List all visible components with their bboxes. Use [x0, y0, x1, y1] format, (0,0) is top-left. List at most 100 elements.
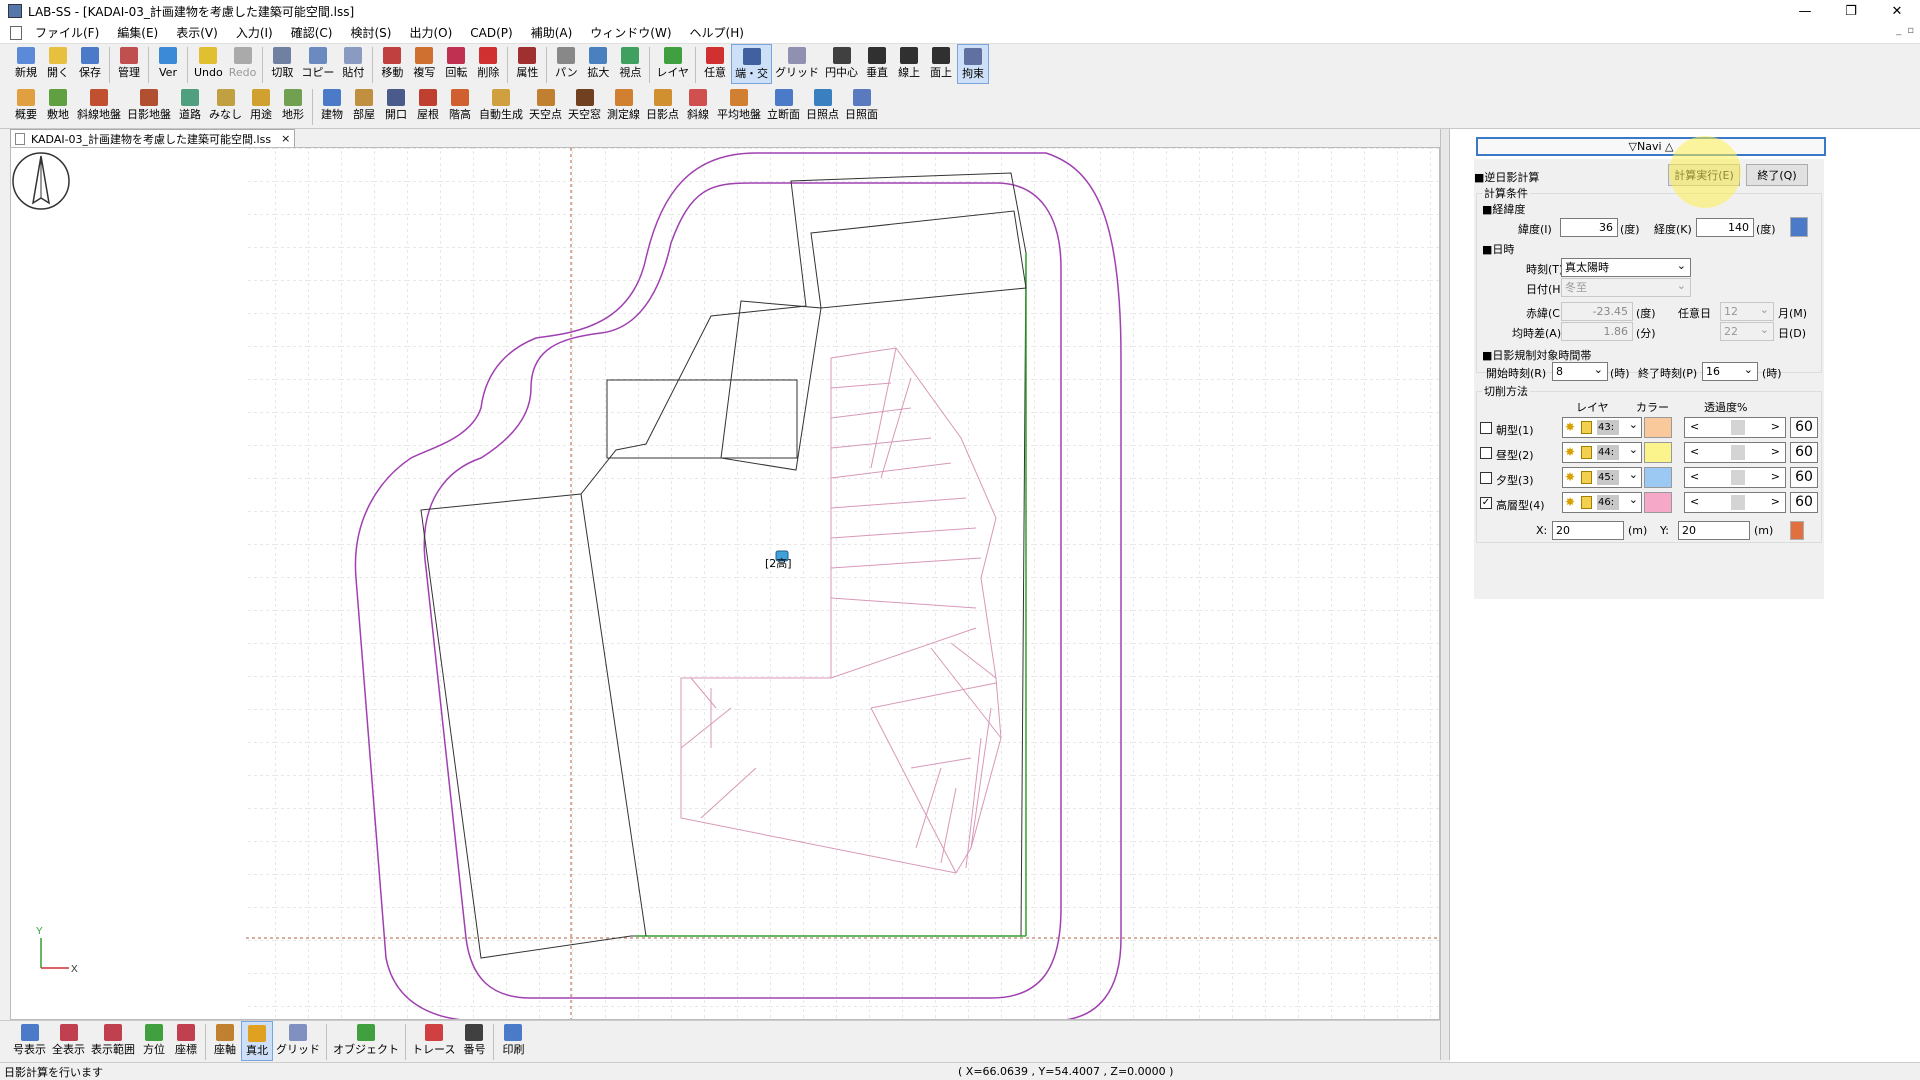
main-tool-button-6[interactable]: Ver	[152, 44, 184, 84]
menu-cad[interactable]: CAD(P)	[461, 23, 521, 43]
input-tool-button-7[interactable]: 地形	[277, 86, 309, 126]
pick-point-button[interactable]	[1790, 521, 1804, 540]
main-tool-button-31[interactable]: 円中心	[822, 44, 861, 84]
end-time-select[interactable]: 16	[1702, 361, 1758, 381]
input-tool-button-17[interactable]: 測定線	[604, 86, 643, 126]
main-tool-button-30[interactable]: グリッド	[772, 44, 822, 84]
input-tool-button-0[interactable]: 概要	[10, 86, 42, 126]
menu-file[interactable]: ファイル(F)	[26, 23, 108, 43]
close-tab-icon[interactable]: ×	[281, 132, 290, 145]
time-system-select[interactable]: 真太陽時	[1561, 257, 1691, 277]
view-tool-button-13[interactable]: 番号	[458, 1021, 490, 1061]
main-tool-button-15[interactable]: 移動	[376, 44, 408, 84]
noon-layer-combo[interactable]: ✸ 44: ⌄	[1562, 442, 1642, 463]
main-tool-button-28[interactable]: 任意	[699, 44, 731, 84]
view-tool-button-4[interactable]: 座標	[170, 1021, 202, 1061]
input-tool-button-20[interactable]: 平均地盤	[714, 86, 764, 126]
evening-layer-combo[interactable]: ✸ 45: ⌄	[1562, 467, 1642, 488]
main-tool-button-11[interactable]: 切取	[266, 44, 298, 84]
highrise-transparency-value[interactable]: 60	[1790, 492, 1818, 513]
input-tool-button-22[interactable]: 日照点	[803, 86, 842, 126]
input-tool-button-10[interactable]: 部屋	[348, 86, 380, 126]
input-tool-button-19[interactable]: 斜線	[682, 86, 714, 126]
main-tool-button-9[interactable]: Redo	[226, 44, 260, 84]
view-tool-button-12[interactable]: トレース	[409, 1021, 458, 1061]
input-tool-button-12[interactable]: 屋根	[412, 86, 444, 126]
input-tool-button-3[interactable]: 日影地盤	[124, 86, 174, 126]
evening-transparency-slider[interactable]: < >	[1684, 467, 1786, 488]
input-tool-button-4[interactable]: 道路	[174, 86, 206, 126]
main-tool-button-16[interactable]: 複写	[408, 44, 440, 84]
highrise-checkbox[interactable]: ✓	[1480, 497, 1492, 509]
main-tool-button-2[interactable]: 保存	[74, 44, 106, 84]
view-tool-button-0[interactable]: 号表示	[10, 1021, 49, 1061]
main-tool-button-24[interactable]: 視点	[614, 44, 646, 84]
main-tool-button-1[interactable]: 開く	[42, 44, 74, 84]
mdi-restore-button[interactable]: ▫	[1907, 25, 1914, 36]
input-tool-button-23[interactable]: 日照面	[842, 86, 881, 126]
evening-checkbox[interactable]	[1480, 472, 1492, 484]
main-tool-button-33[interactable]: 線上	[893, 44, 925, 84]
navi-header[interactable]: ▽Navi △	[1476, 137, 1826, 156]
morning-transparency-slider[interactable]: < >	[1684, 417, 1786, 438]
view-tool-button-15[interactable]: 印刷	[497, 1021, 529, 1061]
main-tool-button-34[interactable]: 面上	[925, 44, 957, 84]
view-tool-button-8[interactable]: グリッド	[273, 1021, 323, 1061]
morning-layer-combo[interactable]: ✸ 43: ⌄	[1562, 417, 1642, 438]
input-tool-button-16[interactable]: 天空窓	[565, 86, 604, 126]
input-tool-button-21[interactable]: 立断面	[764, 86, 803, 126]
morning-color-swatch[interactable]	[1644, 417, 1672, 438]
noon-transparency-slider[interactable]: < >	[1684, 442, 1786, 463]
input-tool-button-9[interactable]: 建物	[316, 86, 348, 126]
menu-input[interactable]: 入力(I)	[227, 23, 282, 43]
exit-button[interactable]: 終了(Q)	[1746, 164, 1808, 186]
view-tool-button-1[interactable]: 全表示	[49, 1021, 88, 1061]
menu-study[interactable]: 検討(S)	[341, 23, 400, 43]
view-tool-button-6[interactable]: 座軸	[209, 1021, 241, 1061]
drawing-canvas[interactable]: Y X [2高]	[10, 147, 1440, 1020]
highrise-layer-combo[interactable]: ✸ 46: ⌄	[1562, 492, 1642, 513]
main-tool-button-20[interactable]: 属性	[511, 44, 543, 84]
main-tool-button-8[interactable]: Undo	[191, 44, 226, 84]
view-tool-button-10[interactable]: オブジェクト	[330, 1021, 402, 1061]
noon-checkbox[interactable]	[1480, 447, 1492, 459]
date-select[interactable]: 冬至	[1561, 277, 1691, 297]
input-tool-button-18[interactable]: 日影点	[643, 86, 682, 126]
minimize-button[interactable]: —	[1782, 0, 1828, 22]
evening-color-swatch[interactable]	[1644, 467, 1672, 488]
menu-window[interactable]: ウィンドウ(W)	[581, 23, 680, 43]
longitude-input[interactable]: 140	[1696, 218, 1754, 237]
input-tool-button-11[interactable]: 開口	[380, 86, 412, 126]
main-tool-button-0[interactable]: 新規	[10, 44, 42, 84]
declination-input[interactable]: -23.45	[1561, 302, 1633, 321]
main-tool-button-13[interactable]: 貼付	[337, 44, 369, 84]
close-button[interactable]: ✕	[1874, 0, 1920, 22]
input-tool-button-5[interactable]: みなし	[206, 86, 245, 126]
main-tool-button-35[interactable]: 拘束	[957, 44, 990, 84]
input-tool-button-15[interactable]: 天空点	[526, 86, 565, 126]
main-tool-button-4[interactable]: 管理	[113, 44, 145, 84]
input-tool-button-1[interactable]: 敷地	[42, 86, 74, 126]
input-tool-button-2[interactable]: 斜線地盤	[74, 86, 124, 126]
evening-transparency-value[interactable]: 60	[1790, 467, 1818, 488]
noon-transparency-value[interactable]: 60	[1790, 442, 1818, 463]
location-map-button[interactable]	[1790, 217, 1808, 237]
main-tool-button-17[interactable]: 回転	[440, 44, 472, 84]
menu-check[interactable]: 確認(C)	[282, 23, 342, 43]
mdi-minimize-button[interactable]: _	[1896, 25, 1901, 36]
main-tool-button-26[interactable]: レイヤ	[653, 44, 692, 84]
start-time-select[interactable]: 8	[1552, 361, 1608, 381]
noon-color-swatch[interactable]	[1644, 442, 1672, 463]
input-tool-button-6[interactable]: 用途	[245, 86, 277, 126]
run-calculation-button[interactable]: 計算実行(E)	[1668, 164, 1740, 186]
main-tool-button-12[interactable]: コピー	[298, 44, 337, 84]
day-select[interactable]: 22	[1720, 321, 1774, 341]
x-input[interactable]: 20	[1552, 521, 1624, 540]
view-tool-button-2[interactable]: 表示範囲	[88, 1021, 138, 1061]
document-tab[interactable]: KADAI-03_計画建物を考慮した建築可能空間.lss ×	[10, 129, 296, 147]
main-tool-button-18[interactable]: 削除	[472, 44, 504, 84]
menu-view[interactable]: 表示(V)	[167, 23, 227, 43]
view-tool-button-3[interactable]: 方位	[138, 1021, 170, 1061]
view-tool-button-7[interactable]: 真北	[241, 1021, 273, 1061]
morning-transparency-value[interactable]: 60	[1790, 417, 1818, 438]
